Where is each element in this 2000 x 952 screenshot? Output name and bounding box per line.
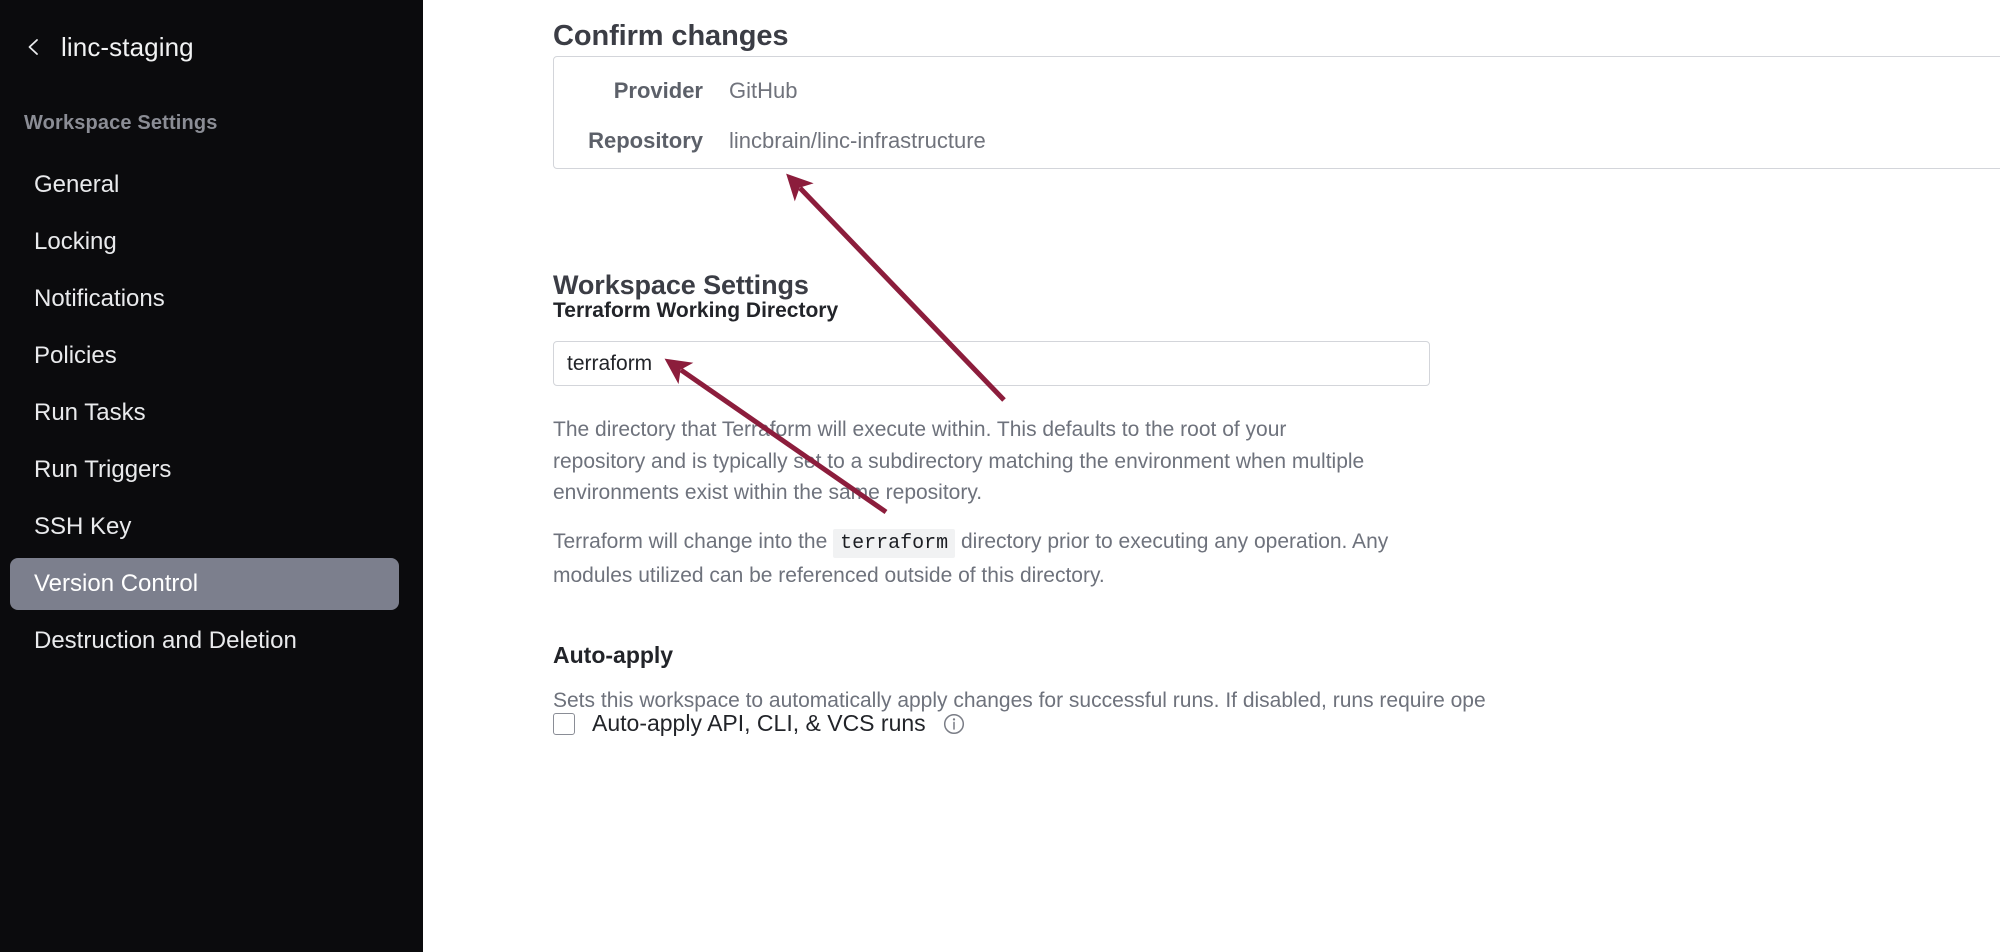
sidebar-nav-list: General Locking Notifications Policies R… [0,159,423,667]
vcs-repository-row: Repository lincbrain/linc-infrastructure [554,116,2000,166]
terraform-working-directory-note: Terraform will change into the terraform… [553,526,1463,591]
main-content: Confirm changes Provider GitHub Reposito… [423,0,2000,952]
workspace-name[interactable]: linc-staging [61,34,194,60]
auto-apply-checkbox-label: Auto-apply API, CLI, & VCS runs [592,712,926,735]
sidebar-item-version-control[interactable]: Version Control [10,558,399,610]
page-title-confirm-changes: Confirm changes [553,19,788,54]
terraform-working-directory-description: The directory that Terraform will execut… [553,414,1383,509]
vcs-repository-label: Repository [554,128,729,154]
sidebar-item-ssh-key[interactable]: SSH Key [10,501,399,553]
sidebar-section-title: Workspace Settings [0,60,423,135]
info-circle-icon[interactable] [943,713,965,735]
vcs-provider-label: Provider [554,78,729,104]
sidebar-item-run-triggers[interactable]: Run Triggers [10,444,399,496]
sidebar: linc-staging Workspace Settings General … [0,0,423,952]
sidebar-item-destruction-and-deletion[interactable]: Destruction and Deletion [10,615,399,667]
chevron-left-icon[interactable] [24,37,44,57]
vcs-provider-value: GitHub [729,78,797,104]
note-prefix: Terraform will change into the [553,530,833,553]
vcs-provider-row: Provider GitHub [554,66,2000,116]
sidebar-item-general[interactable]: General [10,159,399,211]
inline-code-terraform: terraform [833,529,955,558]
sidebar-item-notifications[interactable]: Notifications [10,273,399,325]
auto-apply-checkbox[interactable] [553,713,575,735]
sidebar-item-policies[interactable]: Policies [10,330,399,382]
section-heading-auto-apply: Auto-apply [553,642,673,669]
vcs-summary-card: Provider GitHub Repository lincbrain/lin… [553,56,2000,169]
section-heading-workspace-settings: Workspace Settings [553,270,809,301]
sidebar-item-run-tasks[interactable]: Run Tasks [10,387,399,439]
auto-apply-checkbox-row[interactable]: Auto-apply API, CLI, & VCS runs [553,712,965,735]
terraform-working-directory-input[interactable] [553,341,1430,386]
sidebar-header: linc-staging [0,0,423,60]
sidebar-item-locking[interactable]: Locking [10,216,399,268]
terraform-working-directory-label: Terraform Working Directory [553,299,838,323]
vcs-repository-value: lincbrain/linc-infrastructure [729,128,986,154]
